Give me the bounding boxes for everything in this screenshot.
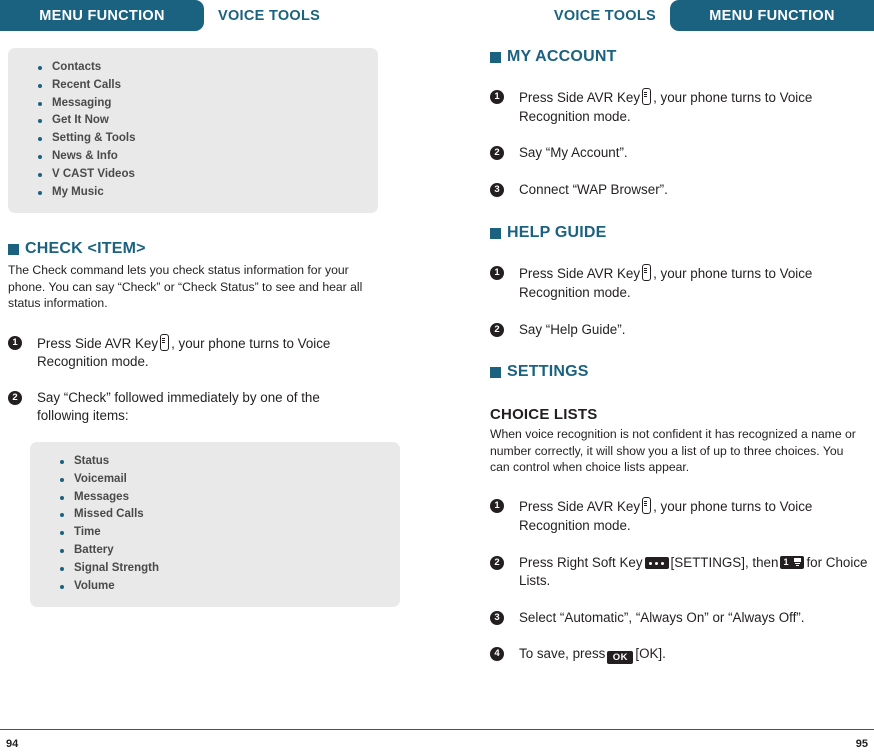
step-number-badge: 1: [8, 335, 22, 350]
list-item[interactable]: Battery: [30, 542, 400, 560]
step-number-badge: 2: [490, 146, 504, 161]
list-item[interactable]: Setting & Tools: [8, 130, 378, 148]
step-text: Say “My Account”.: [519, 145, 628, 161]
check-step-1: 1 Press Side AVR Key, your phone turns t…: [8, 333, 377, 372]
check-item-description: The Check command lets you check status …: [8, 263, 363, 311]
right-soft-key-icon: [644, 556, 669, 569]
settings-step-1: 1 Press Side AVR Key, your phone turns t…: [490, 497, 869, 535]
square-bullet-icon: [490, 51, 501, 63]
tab-menu-function-right[interactable]: MENU FUNCTION: [670, 0, 874, 31]
list-item[interactable]: Contacts: [8, 59, 378, 77]
help-guide-step-2: 2 Say “Help Guide”.: [490, 321, 874, 340]
section-heading-check-item: CHECK <ITEM>: [8, 240, 400, 258]
number-one-key-icon: 1: [780, 555, 805, 569]
choice-lists-description: When voice recognition is not confident …: [490, 427, 856, 474]
my-account-step-1: 1 Press Side AVR Key, your phone turns t…: [490, 88, 869, 126]
step-text-before: Press Side AVR Key: [519, 499, 641, 515]
settings-step-4: 4 To save, press OK [OK].: [490, 645, 874, 665]
list-item[interactable]: News & Info: [8, 148, 378, 166]
side-avr-key-icon: [160, 333, 170, 351]
ok-key-icon: OK: [607, 651, 634, 665]
square-bullet-icon: [8, 243, 19, 255]
section-heading-settings: SETTINGS: [490, 363, 874, 381]
number-key-digit: 1: [783, 556, 789, 567]
header-label-voice-tools-left: VOICE TOOLS: [218, 7, 321, 24]
section-heading-my-account: MY ACCOUNT: [490, 48, 874, 66]
check-step-2: 2 Say “Check” followed immediately by on…: [8, 389, 367, 426]
list-item[interactable]: Time: [30, 524, 400, 542]
number-key-glyph-icon: [794, 557, 802, 566]
section-heading-label: CHECK <ITEM>: [25, 240, 146, 258]
section-heading-help-guide: HELP GUIDE: [490, 224, 874, 242]
step-text: Select “Automatic”, “Always On” or “Alwa…: [519, 609, 805, 625]
list-item[interactable]: Voicemail: [30, 471, 400, 489]
check-items-list-box: Status Voicemail Messages Missed Calls T…: [30, 441, 400, 608]
step-number-badge: 1: [490, 266, 504, 281]
footer-divider: [0, 729, 874, 730]
step-text-before: Press Right Soft Key: [519, 554, 643, 570]
step-text-before: Press Side AVR Key: [519, 266, 641, 282]
sub-heading-choice-lists: CHOICE LISTS: [490, 406, 598, 424]
step-text: Say “Check” followed immediately by one …: [37, 389, 320, 424]
step-text-before: Press Side AVR Key: [519, 90, 641, 105]
step-number-badge: 3: [490, 182, 504, 197]
list-item[interactable]: Get It Now: [8, 112, 378, 130]
page-number-left: 94: [6, 738, 19, 750]
step-number-badge: 2: [490, 322, 504, 337]
step-text-before: Press Side AVR Key: [37, 335, 159, 351]
menu-function-list-box: Contacts Recent Calls Messaging Get It N…: [8, 48, 378, 214]
section-heading-label: SETTINGS: [507, 363, 589, 381]
square-bullet-icon: [490, 366, 501, 378]
list-item[interactable]: Messaging: [8, 95, 378, 113]
list-item[interactable]: Messages: [30, 489, 400, 507]
list-item[interactable]: Missed Calls: [30, 506, 400, 524]
list-item[interactable]: Volume: [30, 578, 400, 596]
tab-menu-function-left[interactable]: MENU FUNCTION: [0, 0, 204, 31]
menu-function-list: Contacts Recent Calls Messaging Get It N…: [8, 59, 378, 201]
step-number-badge: 2: [8, 390, 22, 405]
header-tab-bar: MENU FUNCTION VOICE TOOLS VOICE TOOLS ME…: [0, 0, 874, 33]
side-avr-key-icon: [642, 497, 652, 515]
list-item[interactable]: Status: [30, 453, 400, 471]
left-page-column: Contacts Recent Calls Messaging Get It N…: [8, 48, 400, 608]
step-number-badge: 4: [490, 647, 504, 662]
step-number-badge: 2: [490, 555, 504, 570]
settings-step-3: 3 Select “Automatic”, “Always On” or “Al…: [490, 609, 874, 628]
step-text-before: To save, press: [519, 646, 606, 662]
list-item[interactable]: Signal Strength: [30, 560, 400, 578]
side-avr-key-icon: [642, 88, 652, 105]
square-bullet-icon: [490, 227, 501, 239]
step-text: Say “Help Guide”.: [519, 321, 626, 337]
page-number-right: 95: [855, 738, 868, 750]
right-page-column: MY ACCOUNT 1 Press Side AVR Key, your ph…: [490, 48, 874, 665]
my-account-step-3: 3 Connect “WAP Browser”.: [490, 181, 874, 200]
list-item[interactable]: Recent Calls: [8, 77, 378, 95]
section-heading-label: MY ACCOUNT: [507, 48, 617, 65]
section-heading-label: HELP GUIDE: [507, 224, 607, 242]
step-text: Connect “WAP Browser”.: [519, 181, 668, 197]
settings-step-2: 2 Press Right Soft Key [SETTINGS], then 1 f…: [490, 554, 874, 591]
side-avr-key-icon: [642, 264, 652, 282]
step-text-mid: [SETTINGS], then: [670, 554, 779, 570]
list-item[interactable]: My Music: [8, 184, 378, 202]
list-item[interactable]: V CAST Videos: [8, 166, 378, 184]
help-guide-step-1: 1 Press Side AVR Key, your phone turns t…: [490, 264, 869, 302]
my-account-step-2: 2 Say “My Account”.: [490, 144, 874, 163]
step-number-badge: 3: [490, 610, 504, 625]
check-items-list: Status Voicemail Messages Missed Calls T…: [30, 453, 400, 595]
step-text-after: [OK].: [635, 646, 666, 662]
step-number-badge: 1: [490, 90, 504, 104]
header-label-voice-tools-right: VOICE TOOLS: [553, 7, 656, 24]
step-number-badge: 1: [490, 499, 504, 514]
